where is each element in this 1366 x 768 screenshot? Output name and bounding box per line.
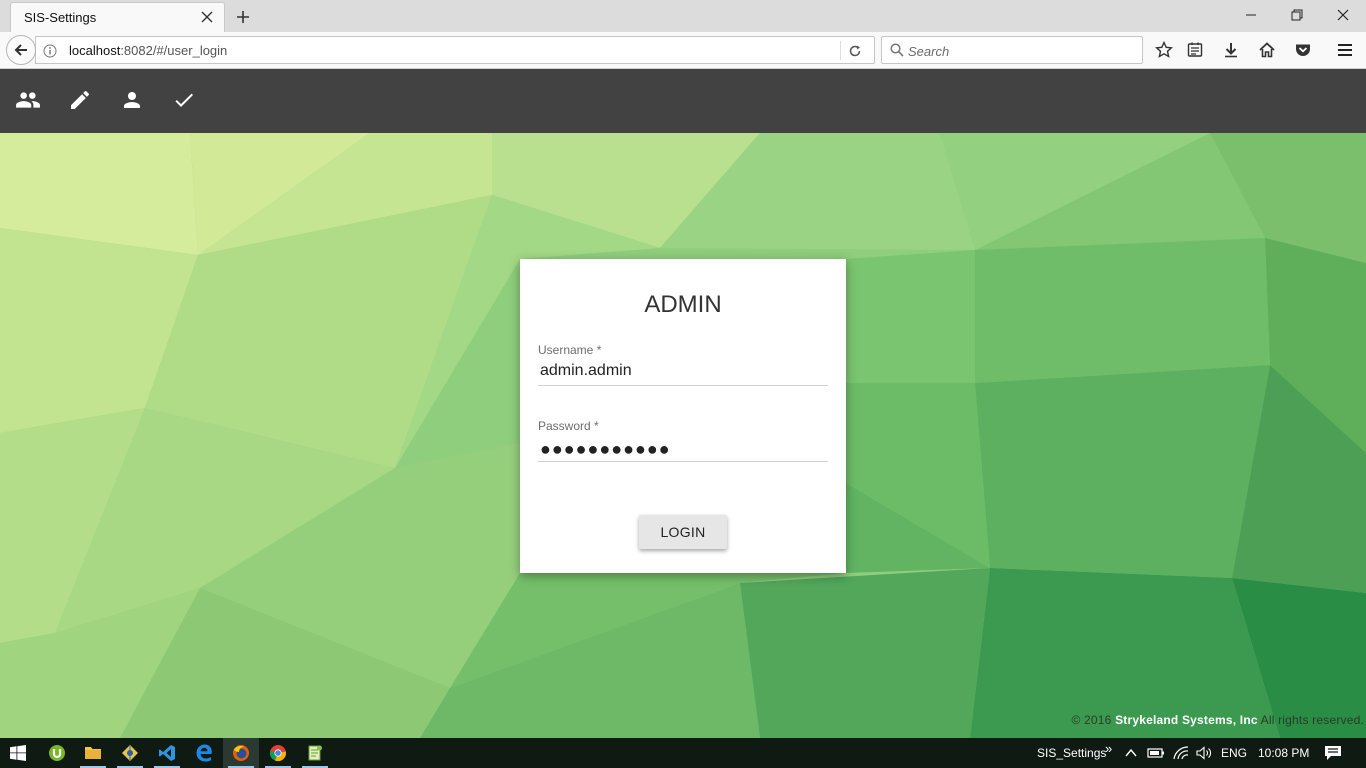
menu-icon[interactable] <box>1334 39 1356 61</box>
login-title: ADMIN <box>644 291 722 318</box>
people-icon[interactable] <box>15 87 41 113</box>
notepad-plus-icon[interactable] <box>297 738 333 768</box>
copyright-footer: © 2016 Strykeland Systems, Inc All right… <box>1071 713 1364 727</box>
app-toolbar <box>0 69 1366 133</box>
new-tab-icon[interactable] <box>232 6 254 28</box>
rights-text: All rights reserved. <box>1260 713 1364 727</box>
search-icon <box>889 42 905 58</box>
bookmark-star-icon[interactable] <box>1153 39 1175 61</box>
username-input[interactable]: admin.admin <box>538 362 828 386</box>
utorrent-icon[interactable] <box>39 738 75 768</box>
chrome-icon[interactable] <box>260 738 296 768</box>
firefox-icon[interactable] <box>223 738 259 768</box>
volume-icon[interactable] <box>1196 738 1214 768</box>
url-path: :8082/#/user_login <box>120 43 228 58</box>
password-field[interactable]: Password * ●●●●●●●●●●● <box>538 419 828 462</box>
back-arrow-icon <box>14 44 27 56</box>
reading-list-icon[interactable] <box>1184 39 1206 61</box>
sourcetree-icon[interactable] <box>112 738 148 768</box>
vscode-icon[interactable] <box>149 738 185 768</box>
password-input[interactable]: ●●●●●●●●●●● <box>538 438 828 462</box>
back-button[interactable] <box>6 35 36 65</box>
home-icon[interactable] <box>1256 39 1278 61</box>
tab-title: SIS-Settings <box>24 10 97 25</box>
action-center-icon[interactable] <box>1324 738 1342 768</box>
search-bar[interactable]: Search <box>881 36 1143 64</box>
url-divider <box>840 41 841 60</box>
clock-time[interactable]: 10:08 PM <box>1258 738 1309 768</box>
person-icon[interactable] <box>119 87 145 113</box>
file-explorer-icon[interactable] <box>75 738 111 768</box>
browser-tab[interactable]: SIS-Settings <box>10 2 225 32</box>
url-bar[interactable]: localhost:8082/#/user_login <box>35 36 875 64</box>
start-icon[interactable] <box>0 738 36 768</box>
url-text[interactable]: localhost:8082/#/user_login <box>69 43 227 58</box>
copyright-year: © 2016 <box>1071 713 1112 727</box>
toolbar-overflow-chevron[interactable]: » <box>1105 733 1112 763</box>
taskbar-running-label[interactable]: SIS_Settings <box>1037 738 1106 768</box>
check-icon[interactable] <box>171 87 197 113</box>
browser-titlebar: SIS-Settings <box>0 0 1366 32</box>
login-card: ADMIN Username * admin.admin Password * … <box>520 259 846 573</box>
restore-icon[interactable] <box>1274 0 1320 30</box>
url-host: localhost <box>69 43 121 58</box>
minimize-icon[interactable] <box>1228 0 1274 30</box>
wifi-icon[interactable] <box>1172 738 1190 768</box>
pencil-icon[interactable] <box>67 87 93 113</box>
close-tab-icon[interactable] <box>198 8 216 26</box>
battery-icon[interactable] <box>1147 738 1165 768</box>
input-language[interactable]: ENG <box>1221 738 1247 768</box>
search-placeholder: Search <box>908 44 950 59</box>
username-field[interactable]: Username * admin.admin <box>538 343 828 386</box>
login-button[interactable]: LOGIN <box>639 515 727 549</box>
login-page: ADMIN Username * admin.admin Password * … <box>0 133 1366 738</box>
close-window-icon[interactable] <box>1320 0 1366 30</box>
info-icon[interactable] <box>42 43 58 59</box>
password-label: Password * <box>538 419 599 433</box>
edge-icon[interactable] <box>186 738 222 768</box>
company-name: Strykeland Systems, Inc <box>1115 713 1258 727</box>
download-icon[interactable] <box>1220 39 1242 61</box>
show-hidden-icons-icon[interactable] <box>1124 738 1138 768</box>
windows-taskbar: SIS_Settings » ENG 10:08 PM <box>0 738 1366 768</box>
reload-icon[interactable] <box>846 42 864 60</box>
browser-navbar: localhost:8082/#/user_login Search <box>0 32 1366 69</box>
username-label: Username * <box>538 343 602 357</box>
pocket-icon[interactable] <box>1292 39 1314 61</box>
